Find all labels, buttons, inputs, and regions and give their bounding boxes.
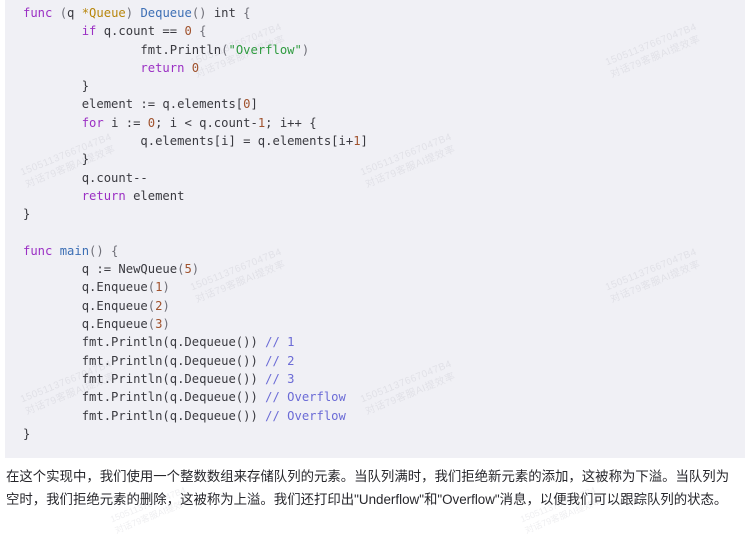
code-line: } (23, 425, 745, 443)
code-token: "Overflow" (228, 42, 302, 57)
code-token: 0 (184, 24, 192, 39)
code-token: 0 (147, 115, 156, 130)
code-line: element := q.elements[0] (23, 95, 745, 113)
code-token: ) (162, 317, 170, 332)
code-token: q (67, 6, 82, 20)
code-token: Dequeue (140, 6, 192, 20)
code-token: fmt.Println(q.Dequeue()) (81, 353, 266, 368)
code-token: ) (162, 298, 170, 313)
code-token: if (81, 24, 104, 39)
code-token: q.elements[i] = q.elements[i+ (140, 134, 354, 149)
code-line: fmt.Println("Overflow") (23, 41, 745, 59)
code-token: q.Enqueue (81, 298, 148, 313)
code-token: } (23, 426, 31, 441)
code-token: ) (191, 262, 200, 277)
code-token: } (23, 207, 31, 222)
explanation-paragraph: 在这个实现中，我们使用一个整数数组来存储队列的元素。当队列满时，我们拒绝新元素的… (6, 466, 739, 511)
code-line: fmt.Println(q.Dequeue()) // 1 (23, 333, 745, 351)
code-token: ( (59, 6, 68, 20)
code-token: ( (147, 280, 156, 295)
code-line: if q.count == 0 { (23, 22, 745, 40)
code-token: ( (147, 317, 156, 332)
code-token: *Queue (81, 6, 126, 20)
code-token: q.count-- (81, 170, 148, 185)
code-token: q.count == (103, 24, 185, 39)
code-token: { (191, 24, 207, 39)
code-token: element (133, 188, 185, 203)
code-token: ( (147, 298, 156, 313)
code-token: q.Enqueue (81, 317, 148, 332)
code-line: func main() { (23, 242, 745, 260)
code-line: q.Enqueue(3) (23, 315, 745, 333)
code-line: func (q *Queue) Dequeue() int { (23, 4, 745, 22)
code-line: fmt.Println(q.Dequeue()) // 2 (23, 352, 745, 370)
code-token: i := (111, 115, 148, 130)
code-token: } (81, 152, 90, 167)
code-token: // Overflow (265, 408, 346, 423)
code-block: 15051137667047B4 对话79客服AI提效率 15051137667… (5, 0, 745, 458)
code-token: ; i++ { (265, 115, 317, 130)
code-line: } (23, 150, 745, 168)
code-line: return element (23, 187, 745, 205)
code-token: 1 (353, 134, 361, 149)
code-line: q.count-- (23, 169, 745, 187)
code-line: fmt.Println(q.Dequeue()) // 3 (23, 370, 745, 388)
code-line: } (23, 205, 745, 223)
code-token: // 3 (265, 371, 295, 386)
code-token: fmt.Println(q.Dequeue()) (81, 371, 266, 386)
code-token: fmt. (140, 42, 170, 57)
code-token: q := (81, 262, 119, 277)
code-token: Println (169, 42, 222, 57)
code-content[interactable]: func (q *Queue) Dequeue() int { if q.cou… (5, 4, 745, 443)
code-token: { (235, 6, 251, 20)
code-token: return (81, 188, 134, 203)
code-line: q.Enqueue(1) (23, 278, 745, 296)
code-token: fmt.Println(q.Dequeue()) (81, 390, 266, 405)
code-token: 0 (191, 60, 200, 75)
code-token: func (23, 243, 60, 258)
code-line: q := NewQueue(5) (23, 260, 745, 278)
code-token: () { (89, 243, 119, 258)
code-token: // 1 (265, 335, 295, 350)
code-token: ) (125, 6, 141, 20)
code-token: fmt.Println(q.Dequeue()) (81, 335, 266, 350)
code-token: ) (162, 280, 170, 295)
code-token: q.Enqueue (81, 280, 148, 295)
code-token: return (140, 60, 192, 75)
code-token: ] (250, 97, 258, 112)
code-token: // Overflow (265, 390, 346, 405)
code-line: fmt.Println(q.Dequeue()) // Overflow (23, 407, 745, 425)
code-token: func (23, 6, 60, 20)
code-token: 5 (184, 262, 192, 277)
code-line: return 0 (23, 59, 745, 77)
code-token: ) (301, 42, 310, 57)
code-token: } (81, 79, 90, 94)
code-token: element := q.elements[ (81, 97, 244, 112)
code-token: fmt.Println(q.Dequeue()) (81, 408, 266, 423)
code-token: int (213, 6, 236, 20)
code-line: q.Enqueue(2) (23, 297, 745, 315)
code-line: for i := 0; i < q.count-1; i++ { (23, 114, 745, 132)
code-token: () (191, 6, 214, 20)
code-token: main (59, 243, 90, 258)
code-token: NewQueue (118, 262, 178, 277)
paragraph-text: 在这个实现中，我们使用一个整数数组来存储队列的元素。当队列满时，我们拒绝新元素的… (6, 469, 730, 507)
code-token: // 2 (265, 353, 295, 368)
code-line: q.elements[i] = q.elements[i+1] (23, 132, 745, 150)
code-token: ; i < q.count- (155, 115, 258, 130)
code-token: ] (360, 134, 368, 149)
code-line: fmt.Println(q.Dequeue()) // Overflow (23, 388, 745, 406)
code-line: } (23, 77, 745, 95)
code-token: for (81, 115, 112, 130)
